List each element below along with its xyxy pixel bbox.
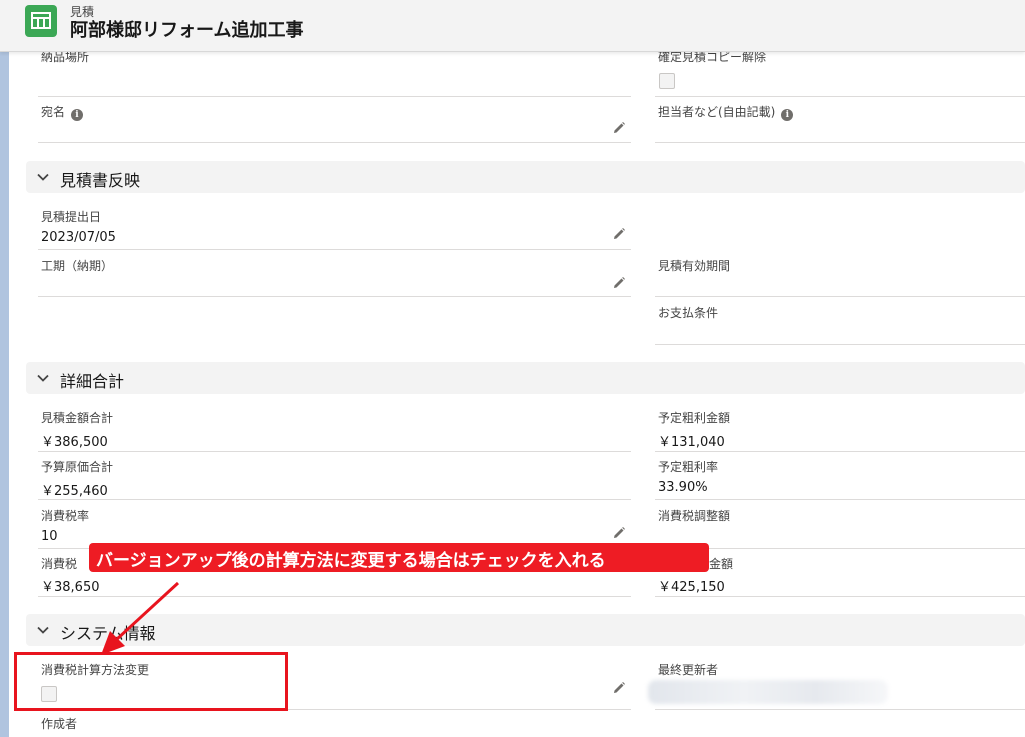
table-icon	[25, 5, 57, 37]
record-header: 見積 阿部様邸リフォーム追加工事	[0, 0, 1025, 52]
annotation-arrow	[101, 581, 180, 655]
record-title: 阿部様邸リフォーム追加工事	[70, 20, 304, 41]
annotation-callout: バージョンアップ後の計算方法に変更する場合はチェックを入れる	[89, 543, 709, 572]
